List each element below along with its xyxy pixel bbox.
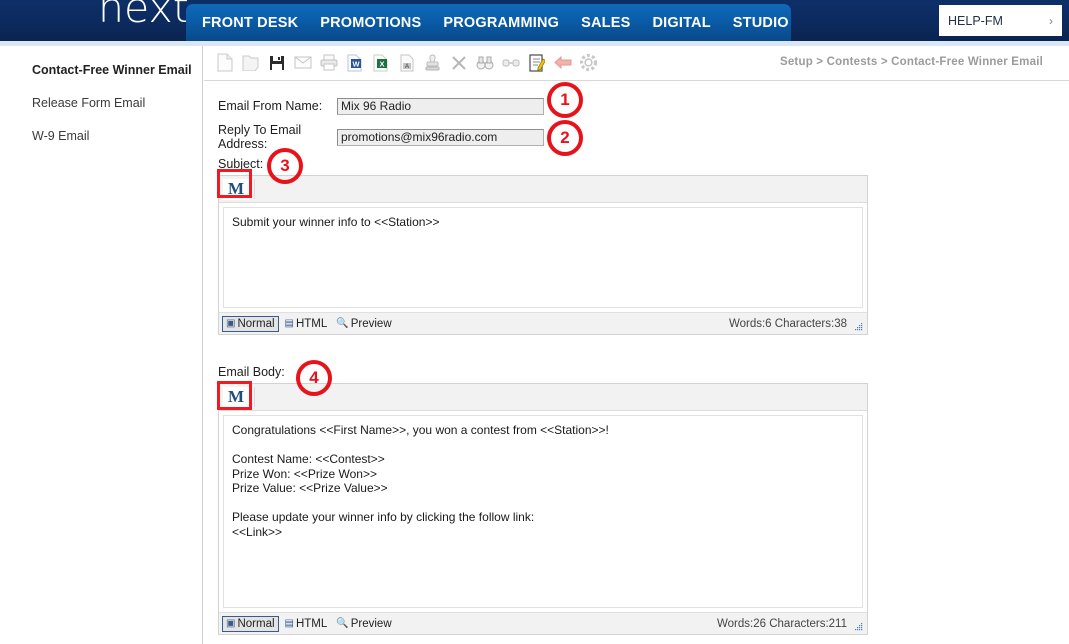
sidebar-item-contact-free-winner-email[interactable]: Contact-Free Winner Email	[0, 54, 202, 87]
chevron-right-icon: ›	[1049, 13, 1053, 28]
print-icon[interactable]	[316, 49, 341, 76]
station-selector[interactable]: HELP-FM ›	[939, 5, 1062, 36]
app-logo: next	[98, 0, 189, 32]
link-icon[interactable]	[498, 49, 523, 76]
reply-to-label: Reply To Email Address:	[218, 123, 302, 151]
body-view-preview[interactable]: 🔍 Preview	[333, 617, 394, 631]
body-view-normal[interactable]: ▣ Normal	[222, 615, 279, 632]
action-toolbar: W X A Setup > Contests > Contact-Free Wi…	[204, 46, 1069, 81]
content-area: W X A Setup > Contests > Contact-Free Wi…	[204, 46, 1069, 644]
toolbar-divider	[254, 179, 255, 199]
save-floppy-icon[interactable]	[264, 49, 289, 76]
back-arrow-icon[interactable]	[550, 49, 575, 76]
excel-export-icon[interactable]: X	[368, 49, 393, 76]
html-view-icon: ▤	[284, 318, 294, 329]
word-export-icon[interactable]: W	[342, 49, 367, 76]
body-view-preview-label: Preview	[350, 617, 392, 630]
subject-view-preview[interactable]: 🔍 Preview	[333, 317, 394, 331]
email-body-label: Email Body:	[218, 365, 285, 379]
station-selector-label: HELP-FM	[948, 13, 1003, 28]
body-view-html[interactable]: ▤ HTML	[282, 617, 331, 631]
subject-view-html[interactable]: ▤ HTML	[282, 317, 331, 331]
gear-settings-icon[interactable]	[576, 49, 601, 76]
normal-view-icon: ▣	[226, 618, 236, 629]
body-editor-toolbar: M	[219, 384, 867, 411]
html-view-icon: ▤	[284, 618, 294, 629]
sidebar: Contact-Free Winner Email Release Form E…	[0, 46, 203, 644]
subject-counts: Words:6 Characters:38	[729, 318, 847, 330]
reply-to-input[interactable]	[337, 128, 544, 146]
edit-notepad-icon[interactable]	[524, 49, 549, 76]
stamp-icon[interactable]	[420, 49, 445, 76]
subject-view-html-label: HTML	[295, 317, 328, 330]
toolbar-divider	[254, 387, 255, 407]
sidebar-item-w9-email[interactable]: W-9 Email	[0, 120, 202, 153]
preview-magnifier-icon: 🔍	[336, 618, 349, 629]
subject-editor-content[interactable]: Submit your winner info to <<Station>>	[223, 207, 863, 308]
body-char-count: Characters:211	[769, 617, 847, 630]
body-editor-content[interactable]: Congratulations <<First Name>>, you won …	[223, 415, 863, 608]
app-root: next FRONT DESK PROMOTIONS PROGRAMMING S…	[0, 0, 1069, 644]
from-name-input[interactable]	[337, 97, 544, 115]
nav-item-sales[interactable]: SALES	[570, 15, 641, 31]
subject-editor-toolbar: M	[219, 176, 867, 203]
subject-view-normal-label: Normal	[237, 317, 275, 330]
subject-label: Subject:	[218, 157, 264, 171]
merge-field-icon[interactable]: M	[223, 386, 249, 408]
subject-editor-footer: ▣ Normal ▤ HTML 🔍 Preview Words:6 Charac…	[219, 312, 867, 334]
reply-to-row: Reply To Email Address:	[204, 123, 1069, 151]
svg-text:X: X	[379, 59, 384, 68]
body-view-html-label: HTML	[295, 617, 328, 630]
folder-open-icon[interactable]	[238, 49, 263, 76]
body-view-normal-label: Normal	[237, 617, 275, 630]
from-name-row: Email From Name:	[204, 93, 1069, 119]
delete-x-icon[interactable]	[446, 49, 471, 76]
resize-grip-icon[interactable]	[854, 622, 863, 631]
resize-grip-icon[interactable]	[854, 322, 863, 331]
normal-view-icon: ▣	[226, 318, 236, 329]
svg-text:W: W	[352, 59, 360, 68]
pdf-export-icon[interactable]: A	[394, 49, 419, 76]
main-navigation: FRONT DESK PROMOTIONS PROGRAMMING SALES …	[186, 4, 791, 41]
app-header: next FRONT DESK PROMOTIONS PROGRAMMING S…	[0, 0, 1069, 41]
new-page-icon[interactable]	[212, 49, 237, 76]
merge-field-icon[interactable]: M	[223, 178, 249, 200]
body-word-count: Words:26	[717, 617, 767, 630]
nav-item-front-desk[interactable]: FRONT DESK	[186, 15, 309, 31]
email-settings-form: Email From Name: Reply To Email Address:…	[204, 81, 1069, 635]
nav-item-promotions[interactable]: PROMOTIONS	[309, 15, 432, 31]
subject-char-count: Characters:38	[774, 317, 847, 330]
nav-item-studio[interactable]: STUDIO	[722, 15, 800, 31]
preview-magnifier-icon: 🔍	[336, 318, 349, 329]
subject-editor: M Submit your winner info to <<Station>>…	[218, 175, 868, 335]
sidebar-item-release-form-email[interactable]: Release Form Email	[0, 87, 202, 120]
subject-word-count: Words:6	[728, 317, 772, 330]
email-envelope-icon[interactable]	[290, 49, 315, 76]
body-counts: Words:26 Characters:211	[717, 618, 847, 630]
nav-item-programming[interactable]: PROGRAMMING	[432, 15, 570, 31]
binoculars-icon[interactable]	[472, 49, 497, 76]
nav-item-digital[interactable]: DIGITAL	[641, 15, 721, 31]
from-name-label: Email From Name:	[218, 99, 323, 113]
subject-view-preview-label: Preview	[350, 317, 392, 330]
breadcrumb: Setup > Contests > Contact-Free Winner E…	[779, 56, 1043, 68]
body-editor-footer: ▣ Normal ▤ HTML 🔍 Preview Words:26 Chara…	[219, 612, 867, 634]
subject-view-normal[interactable]: ▣ Normal	[222, 315, 279, 332]
svg-text:A: A	[404, 64, 408, 70]
body-editor: M Congratulations <<First Name>>, you wo…	[218, 383, 868, 635]
